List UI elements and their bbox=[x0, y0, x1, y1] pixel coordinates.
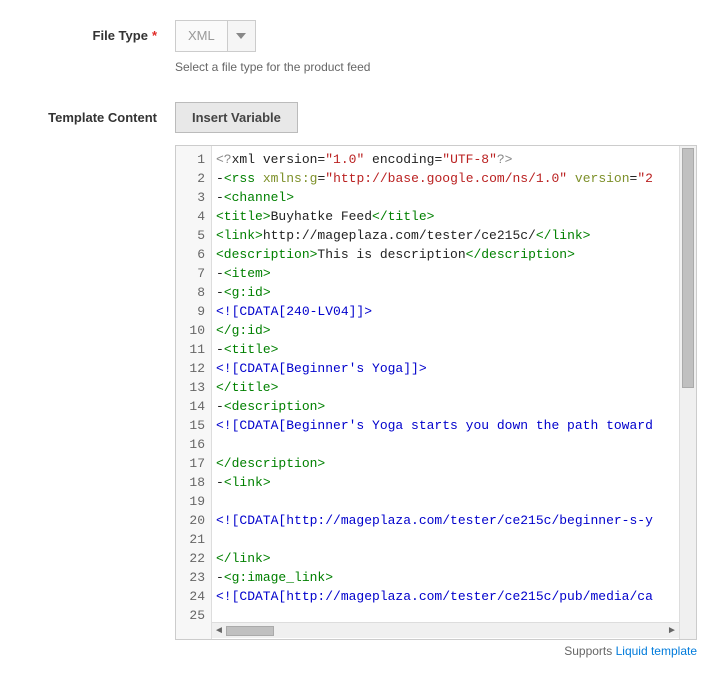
insert-variable-button[interactable]: Insert Variable bbox=[175, 102, 298, 133]
scroll-right-icon[interactable]: ► bbox=[665, 625, 679, 636]
code-line: <description>This is description</descri… bbox=[216, 245, 679, 264]
code-line: -<link> bbox=[216, 473, 679, 492]
horizontal-scroll-thumb[interactable] bbox=[226, 626, 274, 636]
file-type-label: File Type* bbox=[0, 20, 175, 74]
template-content-label: Template Content bbox=[0, 102, 175, 658]
code-line: </g:id> bbox=[216, 321, 679, 340]
code-line: -<g:image_link> bbox=[216, 568, 679, 587]
code-line: <link>http://mageplaza.com/tester/ce215c… bbox=[216, 226, 679, 245]
code-line: -<rss xmlns:g="http://base.google.com/ns… bbox=[216, 169, 679, 188]
code-line bbox=[216, 435, 679, 454]
line-gutter: 1234567891011121314151617181920212223242… bbox=[176, 146, 212, 639]
code-line: -<g:id> bbox=[216, 283, 679, 302]
code-line: <?xml version="1.0" encoding="UTF-8"?> bbox=[216, 150, 679, 169]
code-line: -<title> bbox=[216, 340, 679, 359]
code-line bbox=[216, 530, 679, 549]
file-type-value: XML bbox=[176, 21, 227, 51]
file-type-select[interactable]: XML bbox=[175, 20, 256, 52]
code-line: <title>Buyhatke Feed</title> bbox=[216, 207, 679, 226]
horizontal-scrollbar[interactable]: ◄ ► bbox=[212, 622, 679, 638]
code-editor[interactable]: 1234567891011121314151617181920212223242… bbox=[175, 145, 697, 640]
vertical-scrollbar[interactable] bbox=[679, 146, 696, 639]
code-line: <![CDATA[Beginner's Yoga]]> bbox=[216, 359, 679, 378]
code-line bbox=[216, 492, 679, 511]
required-star: * bbox=[152, 28, 157, 43]
footer-note: Supports Liquid template bbox=[175, 644, 697, 658]
code-line: <![CDATA[http://mageplaza.com/tester/ce2… bbox=[216, 511, 679, 530]
code-line: <![CDATA[http://mageplaza.com/tester/ce2… bbox=[216, 587, 679, 606]
scroll-left-icon[interactable]: ◄ bbox=[212, 625, 226, 636]
vertical-scroll-thumb[interactable] bbox=[682, 148, 694, 388]
liquid-template-link[interactable]: Liquid template bbox=[616, 644, 697, 658]
code-body[interactable]: <?xml version="1.0" encoding="UTF-8"?>-<… bbox=[212, 146, 679, 639]
file-type-hint: Select a file type for the product feed bbox=[175, 60, 697, 74]
code-line: -<description> bbox=[216, 397, 679, 416]
code-line: </link> bbox=[216, 549, 679, 568]
code-line: -<item> bbox=[216, 264, 679, 283]
code-line: </description> bbox=[216, 454, 679, 473]
code-line: <![CDATA[240-LV04]]> bbox=[216, 302, 679, 321]
code-line: </title> bbox=[216, 378, 679, 397]
code-line: <![CDATA[Beginner's Yoga starts you down… bbox=[216, 416, 679, 435]
code-line: -<channel> bbox=[216, 188, 679, 207]
chevron-down-icon bbox=[227, 21, 255, 51]
